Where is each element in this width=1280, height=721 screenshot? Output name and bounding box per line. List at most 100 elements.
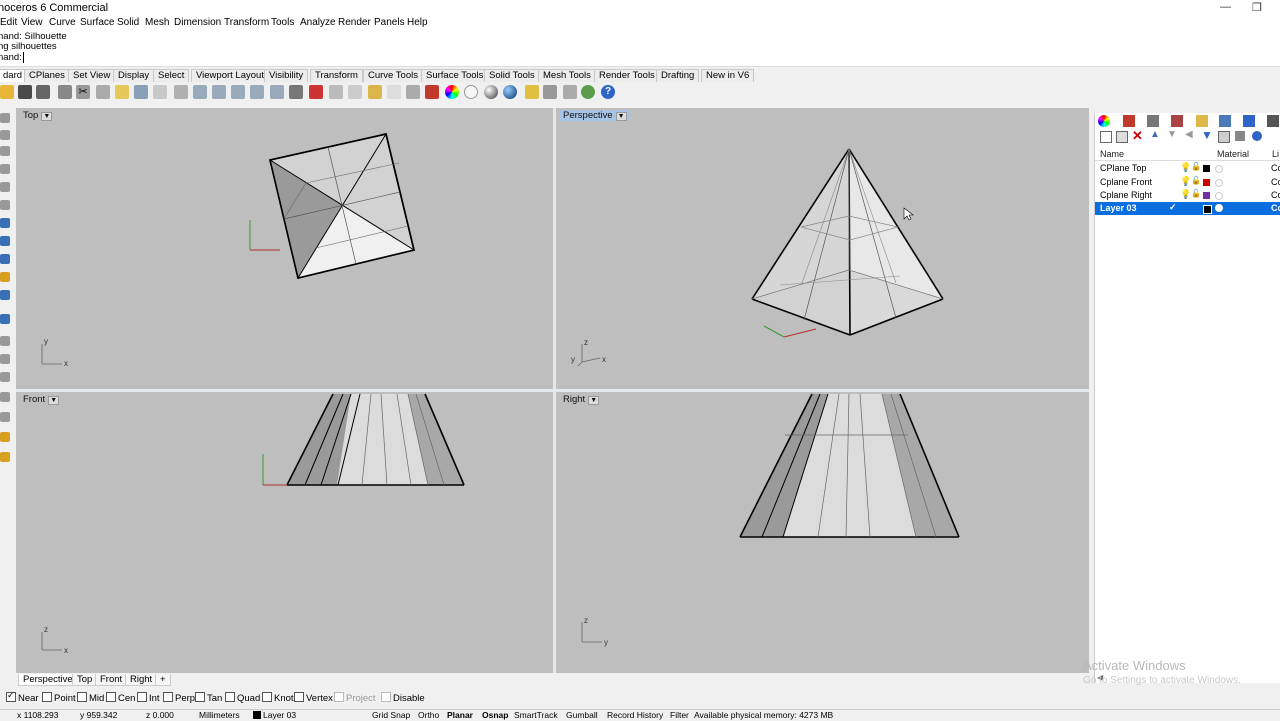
checkbox[interactable] xyxy=(6,690,16,702)
export-icon[interactable] xyxy=(58,85,72,99)
shaded-sphere-icon[interactable] xyxy=(484,85,498,99)
lock-icon[interactable] xyxy=(406,85,420,99)
checkbox[interactable] xyxy=(195,692,205,702)
tab-set-view[interactable]: Set View xyxy=(68,69,116,82)
polyline-icon[interactable] xyxy=(0,146,10,156)
open-icon[interactable] xyxy=(0,85,14,99)
properties-icon[interactable] xyxy=(1098,115,1110,127)
arc-icon[interactable] xyxy=(0,218,10,228)
column-linetype[interactable]: Li xyxy=(1272,149,1279,159)
osnap-point[interactable]: Point xyxy=(42,692,76,704)
osnap-perp[interactable]: Perp xyxy=(163,692,195,704)
checkbox[interactable] xyxy=(334,692,344,702)
layer-linetype[interactable]: Co xyxy=(1271,163,1280,173)
tab-perspective[interactable]: Perspective xyxy=(18,674,78,686)
osnap-near[interactable]: Near xyxy=(6,690,39,704)
four-viewports-icon[interactable] xyxy=(289,85,303,99)
menu-analyze[interactable]: Analyze xyxy=(300,17,336,28)
select-point-icon[interactable] xyxy=(0,113,10,123)
split-icon[interactable] xyxy=(0,354,10,364)
checkbox[interactable] xyxy=(137,692,147,702)
new-sublayer-icon[interactable] xyxy=(1116,131,1128,143)
checkbox[interactable] xyxy=(381,692,391,702)
zoom-selected-icon[interactable] xyxy=(250,85,264,99)
zoom-window-icon[interactable] xyxy=(212,85,226,99)
pencil-icon[interactable] xyxy=(0,432,10,442)
layer-name[interactable]: CPlane Top xyxy=(1100,163,1146,173)
chevron-down-icon[interactable]: ▼ xyxy=(41,112,53,121)
checkbox[interactable] xyxy=(294,692,304,702)
osnap-disable[interactable]: Disable xyxy=(381,692,425,704)
checkbox[interactable] xyxy=(163,692,173,702)
solid-icon[interactable] xyxy=(0,254,10,264)
car-icon[interactable] xyxy=(309,85,323,99)
filter-icon[interactable]: ▼ xyxy=(1201,128,1213,142)
render-sphere-icon[interactable] xyxy=(464,85,478,99)
layer-color-swatch[interactable] xyxy=(1203,205,1212,214)
layer-linetype[interactable]: Co xyxy=(1271,190,1280,200)
tab-display[interactable]: Display xyxy=(113,69,155,82)
menu-mesh[interactable]: Mesh xyxy=(145,17,169,28)
transform-icon[interactable] xyxy=(0,290,10,300)
filter-toggle[interactable]: Filter xyxy=(670,710,689,720)
current-layer[interactable]: Layer 03 xyxy=(253,710,296,720)
layer-options-icon[interactable] xyxy=(1218,131,1230,143)
tab-solid-tools[interactable]: Solid Tools xyxy=(484,69,540,82)
menu-render[interactable]: Render xyxy=(338,17,371,28)
mesh-icon[interactable] xyxy=(0,272,10,282)
checkbox[interactable] xyxy=(42,692,52,702)
viewport-label-right[interactable]: Right ▼ xyxy=(560,394,602,405)
lightbulb-icon[interactable]: 💡 xyxy=(1180,176,1191,187)
tab-front[interactable]: Front xyxy=(95,674,128,686)
menu-dimension[interactable]: Dimension xyxy=(174,17,221,28)
folder-icon[interactable] xyxy=(1196,115,1208,127)
tab-select[interactable]: Select xyxy=(153,69,190,82)
tab-surface-tools[interactable]: Surface Tools xyxy=(421,69,489,82)
checkmark-icon[interactable]: ✓ xyxy=(1169,202,1177,213)
menu-help[interactable]: Help xyxy=(407,17,428,28)
tab-top[interactable]: Top xyxy=(72,674,98,686)
boolean-icon[interactable] xyxy=(0,314,10,324)
material-swatch[interactable] xyxy=(1215,179,1223,187)
delete-layer-icon[interactable]: ✕ xyxy=(1132,128,1143,144)
help-icon[interactable]: ? xyxy=(601,85,615,99)
globe-icon[interactable] xyxy=(581,85,595,99)
osnap-knot[interactable]: Knot xyxy=(262,692,294,704)
lamp-icon[interactable] xyxy=(525,85,539,99)
paste-icon[interactable] xyxy=(115,85,129,99)
viewport-label-perspective[interactable]: Perspective ▼ xyxy=(560,110,630,121)
layer-linetype[interactable]: Co xyxy=(1271,177,1280,187)
chevron-down-icon[interactable]: ▼ xyxy=(48,396,60,405)
surface-icon[interactable] xyxy=(0,236,10,246)
layer-row[interactable]: Cplane Right 💡 🔓 Co xyxy=(1095,189,1280,202)
chevron-down-icon[interactable]: ▼ xyxy=(615,112,627,121)
rendered-sphere-icon[interactable] xyxy=(503,85,517,99)
move-down-icon[interactable]: ▼ xyxy=(1167,129,1177,140)
menu-view[interactable]: View xyxy=(21,17,43,28)
pan-icon[interactable] xyxy=(153,85,167,99)
move-parent-icon[interactable]: ◀ xyxy=(1185,129,1193,140)
save-icon[interactable] xyxy=(18,85,32,99)
material-swatch[interactable] xyxy=(1215,204,1223,212)
osnap-project[interactable]: Project xyxy=(334,692,376,704)
select-icon[interactable] xyxy=(329,85,343,99)
rotate-view-icon[interactable] xyxy=(174,85,188,99)
cplane-icon[interactable] xyxy=(348,85,362,99)
zoom-icon[interactable] xyxy=(193,85,207,99)
layer-row-selected[interactable]: Layer 03 ✓ Co xyxy=(1095,202,1280,215)
undo-icon[interactable] xyxy=(134,85,148,99)
menu-edit[interactable]: Edit xyxy=(0,17,17,28)
osnap-tan[interactable]: Tan xyxy=(195,692,222,704)
tab-viewport-layout[interactable]: Viewport Layout xyxy=(191,69,269,82)
osnap-toggle[interactable]: Osnap xyxy=(482,710,508,720)
rectangle-icon[interactable] xyxy=(0,182,10,192)
viewport-perspective[interactable]: z y x Perspective ▼ xyxy=(556,108,1089,389)
osnap-mid[interactable]: Mid xyxy=(77,692,104,704)
unlock-icon[interactable]: 🔓 xyxy=(1191,176,1201,185)
grid-snap-toggle[interactable]: Grid Snap xyxy=(372,710,410,720)
unlock-icon[interactable]: 🔓 xyxy=(1191,189,1201,198)
checkbox[interactable] xyxy=(106,692,116,702)
layer-color-swatch[interactable] xyxy=(1203,165,1210,172)
record-history-toggle[interactable]: Record History xyxy=(607,710,663,720)
osnap-cen[interactable]: Cen xyxy=(106,692,135,704)
